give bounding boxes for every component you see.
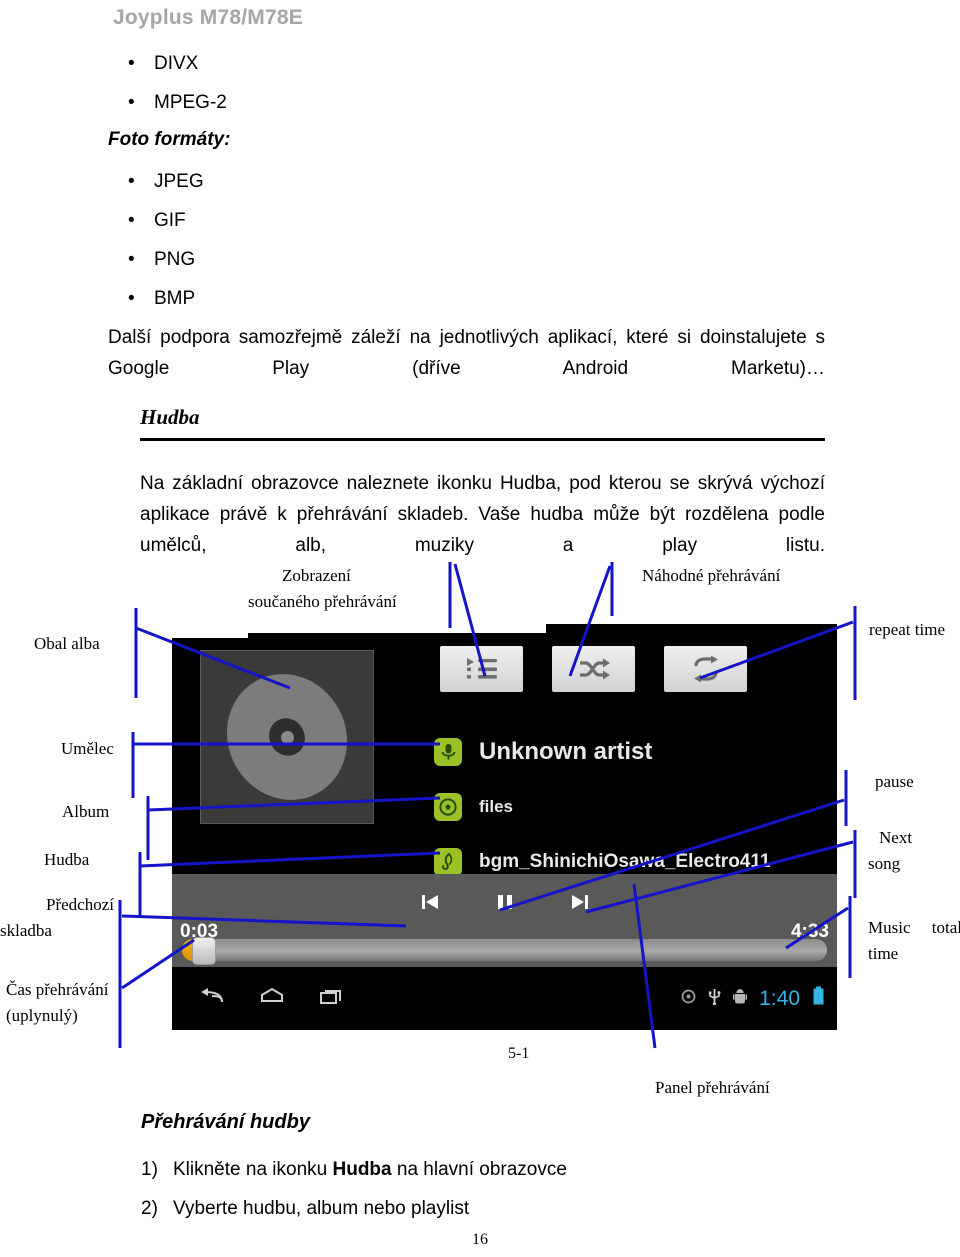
callout-pause: pause: [875, 772, 914, 791]
list-item-label: BMP: [154, 288, 196, 309]
callout-music: Hudba: [44, 850, 90, 869]
page-title: Joyplus M78/M78E: [113, 6, 303, 29]
callout-prev-line1: Předchozí: [46, 895, 114, 914]
bullet-icon: •: [128, 53, 135, 74]
callout-next-line2: song: [868, 854, 901, 873]
callout-total-line2: time: [868, 944, 899, 963]
callout-repeat: repeat time: [869, 620, 945, 639]
section-divider: [140, 438, 825, 441]
list-item: • BMP: [128, 279, 728, 318]
step-text: Klikněte na ikonku Hudba na hlavní obraz…: [173, 1159, 567, 1180]
list-item-label: PNG: [154, 249, 196, 270]
steps-list: 1) Klikněte na ikonku Hudba na hlavní ob…: [141, 1150, 841, 1228]
caption-heading: Přehrávání hudby: [141, 1111, 310, 1133]
document-page: Joyplus M78/M78E • DIVX • MPEG-2 Foto fo…: [0, 0, 960, 1257]
callout-album: Album: [62, 802, 110, 821]
list-item-label: MPEG-2: [154, 92, 227, 113]
callout-album-art: Obal alba: [34, 634, 100, 653]
callout-elapsed-line1: Čas přehrávání: [6, 980, 109, 999]
step-text: Vyberte hudbu, album nebo playlist: [173, 1198, 470, 1219]
bullet-icon: •: [128, 210, 135, 231]
callout-prev-line2: skladba: [0, 921, 52, 940]
page-number: 16: [472, 1231, 488, 1248]
list-item-label: JPEG: [154, 171, 204, 192]
callout-elapsed-line2: (uplynulý): [6, 1006, 78, 1025]
callout-shuffle: Náhodné přehrávání: [642, 566, 781, 585]
bullet-icon: •: [128, 92, 135, 113]
photo-format-list: • JPEG • GIF • PNG • BMP: [128, 162, 728, 318]
list-item: • GIF: [128, 201, 728, 240]
annotated-player-figure: Unknown artist files bgm_ShinichiOsawa_E…: [0, 548, 960, 1097]
list-item: • MPEG-2: [128, 83, 728, 122]
callout-lines: [118, 562, 857, 1049]
list-item-label: DIVX: [154, 53, 199, 74]
bullet-icon: •: [128, 288, 135, 309]
format-list: • DIVX • MPEG-2: [128, 44, 728, 122]
list-item-label: GIF: [154, 210, 186, 231]
bullet-icon: •: [128, 171, 135, 192]
step-number: 1): [141, 1159, 158, 1180]
list-item: • JPEG: [128, 162, 728, 201]
list-item: 1) Klikněte na ikonku Hudba na hlavní ob…: [141, 1150, 841, 1189]
callout-total-line1: Music total: [868, 918, 960, 937]
support-paragraph: Další podpora samozřejmě záleží na jedno…: [108, 327, 825, 379]
step-number: 2): [141, 1198, 158, 1219]
callout-now-playing-line1: Zobrazení: [282, 566, 351, 585]
section-heading-hudba: Hudba: [140, 405, 200, 429]
callout-next-line1: Next: [879, 828, 913, 847]
list-item: 2) Vyberte hudbu, album nebo playlist: [141, 1189, 841, 1228]
callout-now-playing-line2: součaného přehrávání: [248, 592, 397, 611]
list-item: • PNG: [128, 240, 728, 279]
callout-panel: Panel přehrávání: [655, 1078, 770, 1097]
list-item: • DIVX: [128, 44, 728, 83]
photo-formats-heading: Foto formáty:: [108, 129, 231, 150]
figure-number: 5-1: [508, 1045, 530, 1062]
bullet-icon: •: [128, 249, 135, 270]
callout-artist: Umělec: [61, 739, 114, 758]
